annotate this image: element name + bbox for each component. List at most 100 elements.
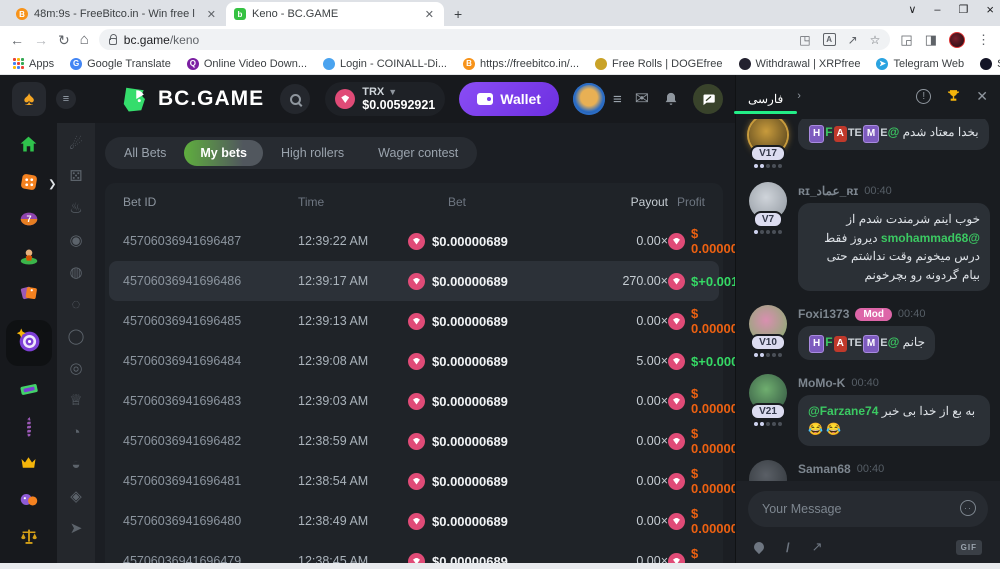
new-tab-button[interactable]: + — [454, 6, 462, 22]
username[interactable]: Saman68 — [798, 462, 851, 476]
address-bar[interactable]: bc.game/keno ◳ A ↗ ☆ — [99, 29, 891, 50]
bookmark-item[interactable]: ➤ Telegram Web — [876, 58, 964, 70]
sidebar-item-lottery-ticket[interactable] — [12, 379, 46, 403]
ball-icon[interactable]: ◔ — [71, 425, 80, 440]
bookmark-star-icon[interactable]: ☆ — [870, 33, 881, 47]
comet-icon[interactable]: ☄ — [69, 137, 82, 152]
home-icon-browser[interactable]: ⌂ — [80, 32, 89, 47]
planet-icon[interactable]: ◍ — [69, 265, 82, 280]
wallet-button[interactable]: Wallet — [459, 82, 559, 116]
bookmark-item[interactable]: B https://freebitco.in/... — [463, 58, 579, 70]
user-avatar[interactable] — [573, 83, 605, 115]
chevron-right-icon[interactable]: › — [797, 90, 801, 102]
username[interactable]: Foxi1373 — [798, 307, 849, 321]
tab-all-bets[interactable]: All Bets — [108, 140, 182, 166]
rocket-icon[interactable]: ➤ — [70, 521, 83, 536]
window-menu-icon[interactable]: ∨ — [908, 3, 916, 16]
table-row[interactable]: 45706036941696484 12:39:08 AM $0.0000068… — [109, 341, 719, 381]
reload-icon[interactable]: ↻ — [58, 33, 70, 47]
forward-icon[interactable]: → — [34, 33, 48, 47]
table-row[interactable]: 45706036941696480 12:38:49 AM $0.0000068… — [109, 501, 719, 541]
sidebar-item-promotions[interactable] — [12, 283, 46, 307]
table-row[interactable]: 45706036941696483 12:39:03 AM $0.0000068… — [109, 381, 719, 421]
spade-icon[interactable]: ♠ — [12, 82, 46, 116]
bookmark-item[interactable]: Apps — [12, 58, 54, 70]
bookmark-item[interactable]: Speedtest by Ookla... — [980, 58, 1000, 70]
dice-small-icon[interactable]: ⚄ — [69, 169, 82, 184]
mention[interactable]: @smohammad68 — [881, 231, 980, 245]
username[interactable]: ʀɪ_عماد_ʀɪ — [798, 184, 858, 198]
chat-close-icon[interactable]: ✕ — [976, 88, 988, 105]
username[interactable]: MoMo-K — [798, 376, 845, 390]
mention[interactable]: @Farzane74 — [808, 404, 878, 418]
share-icon[interactable]: ↗ — [848, 33, 858, 47]
tab-wager-contest[interactable]: Wager contest — [362, 140, 474, 166]
translate-icon[interactable]: A — [823, 33, 836, 46]
sidebar-item-affiliate-scales[interactable] — [12, 527, 46, 551]
gif-icon[interactable]: GIF — [956, 540, 982, 555]
window-minimize-icon[interactable]: – — [934, 4, 940, 16]
tab-close-icon[interactable]: ✕ — [423, 8, 436, 21]
table-row[interactable]: 45706036941696481 12:38:54 AM $0.0000068… — [109, 461, 719, 501]
egg-icon[interactable]: ◯ — [68, 329, 85, 344]
table-row[interactable]: 45706036941696479 12:38:45 AM $0.0000068… — [109, 541, 719, 563]
chat-language-tab[interactable]: فارسی — [748, 86, 783, 106]
crown-gray-icon[interactable]: ♕ — [69, 393, 82, 408]
side-panel-icon[interactable]: ◨ — [925, 32, 937, 48]
message-bubble[interactable]: خوب اینم شرمندت شدم از @smohammad68 دیرو… — [798, 203, 990, 291]
circle-icon[interactable]: ◌ — [72, 297, 81, 312]
chat-commands-icon[interactable]: / — [786, 540, 790, 555]
sidebar-item-live-casino[interactable] — [12, 246, 46, 270]
bookmark-item[interactable]: Free Rolls | DOGEfree — [595, 58, 722, 70]
table-row[interactable]: 45706036941696485 12:39:13 AM $0.0000068… — [109, 301, 719, 341]
sidebar-item-keno-target[interactable] — [6, 320, 52, 366]
tab-close-icon[interactable]: ✕ — [205, 8, 218, 21]
sidebar-item-crown[interactable] — [12, 453, 46, 477]
bookmark-item[interactable]: G Google Translate — [70, 58, 171, 70]
table-row[interactable]: 45706036941696482 12:38:59 AM $0.0000068… — [109, 421, 719, 461]
message-bubble[interactable]: بخدا معتاد شدم @FATEMEH — [798, 119, 989, 150]
bell-icon[interactable] — [663, 91, 679, 108]
sidebar-item-slots[interactable]: 7 — [12, 209, 46, 233]
browser-menu-icon[interactable]: ⋮ — [977, 32, 990, 48]
chat-toggle-icon[interactable] — [693, 84, 723, 114]
sidebar-item-party-masks[interactable] — [12, 490, 46, 514]
sidebar-item-dice[interactable]: ❯ — [12, 172, 46, 196]
tab-high-rollers[interactable]: High rollers — [265, 140, 360, 166]
coins-icon[interactable]: ◎ — [69, 361, 82, 376]
rain-icon[interactable] — [752, 540, 766, 554]
fireball-icon[interactable]: ◉ — [69, 233, 82, 248]
bookmark-item[interactable]: Login - COINALL-Di... — [323, 58, 447, 70]
browser-tab-keno[interactable]: b Keno - BC.GAME ✕ — [226, 2, 444, 26]
bookmark-item[interactable]: Withdrawal | XRPfree — [739, 58, 861, 70]
back-icon[interactable]: ← — [10, 33, 24, 47]
emoji-picker-icon[interactable]: ·· — [960, 500, 976, 516]
mail-icon[interactable]: ✉ — [635, 89, 649, 109]
avatar[interactable] — [749, 460, 787, 481]
browser-profile-avatar[interactable] — [949, 32, 965, 48]
mask-gray-icon[interactable]: ◒ — [71, 457, 80, 472]
pot-icon[interactable]: ♨ — [69, 201, 82, 216]
user-menu[interactable]: ≡ — [573, 83, 621, 115]
window-close-icon[interactable]: × — [986, 2, 994, 17]
chat-message-input[interactable] — [748, 491, 988, 527]
tab-my-bets[interactable]: My bets — [184, 140, 263, 166]
currency-selector[interactable]: TRX▼ $0.00592921 — [325, 82, 445, 116]
chat-rules-icon[interactable]: ! — [916, 89, 931, 104]
bomb-icon[interactable]: ◈ — [70, 489, 82, 504]
rocket-icon[interactable]: ↗ — [812, 539, 823, 555]
bcgame-logo[interactable]: BC.GAME — [120, 84, 264, 114]
browser-tab-freebitco[interactable]: B 48m:9s - FreeBitco.in - Win free l ✕ — [8, 2, 226, 26]
table-row[interactable]: 45706036941696486 12:39:17 AM $0.0000068… — [109, 261, 719, 301]
sidebar-item-home[interactable] — [12, 135, 46, 159]
sidebar-item-vip-wreath[interactable] — [12, 416, 46, 440]
search-button[interactable] — [280, 84, 310, 114]
message-bubble[interactable]: جانم @FATEMEH — [798, 326, 935, 360]
bookmark-item[interactable]: Q Online Video Down... — [187, 58, 307, 70]
extensions-puzzle-icon[interactable]: ◲ — [900, 32, 912, 48]
message-bubble[interactable]: @Farzane74 به بع از خدا بی خبر 😂 😂 — [798, 395, 990, 446]
open-in-window-icon[interactable]: ◳ — [799, 33, 810, 47]
trophy-icon[interactable] — [945, 88, 962, 105]
window-maximize-icon[interactable]: ❐ — [959, 3, 969, 16]
collapse-menu-icon[interactable]: ≡ — [56, 89, 76, 109]
